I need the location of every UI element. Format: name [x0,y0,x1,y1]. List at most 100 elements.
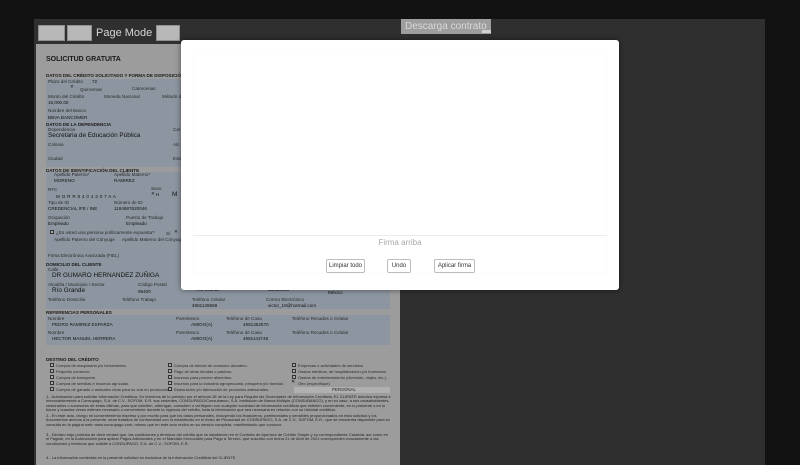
conyuge-mat-label: Apellido Materno del Cónyuge [122,237,184,242]
cal-label: Cal [173,127,180,132]
destino-check-12 [292,369,296,373]
ap-paterno-label: Apellido Paterno* [54,172,90,177]
destino-check-9 [168,381,172,385]
sexo-value: H [156,192,160,197]
banco-label: Nombre del Banco [48,108,87,113]
banco-value: BBVA BANCOMER [48,115,88,120]
numero-id-label: Número de ID [114,200,143,205]
destino-check-1 [50,363,54,367]
ref2-header-tel-casa: Teléfono de Casa [226,330,262,335]
rfc-value: M O R R 8 4 0 4 3 0 7 A A [56,194,117,199]
tipo-id-label: Tipo de ID [48,200,70,205]
ref2-header-tel-recados: Teléfono Recados o Celular [292,330,349,335]
tipo-id-value: CREDENCIAL IFE / INE [48,206,98,211]
destino-item-3: Compra de transporte. [56,375,97,380]
calle-value: DR GUMARO HERNANDEZ ZUÑIGA [52,272,160,279]
download-contract-button[interactable]: Descarga contrato [401,19,491,34]
puesto-label: Puesto de Trabajo [126,215,164,220]
ocupacion-label: Ocupación [48,215,70,220]
m-label: M [172,191,178,198]
destino-check-10 [168,387,172,391]
correo-value: victor_19@hotmail.com [268,303,317,308]
destino-check-4 [50,381,54,385]
destino-item-7: Pago de otras deudas o pasivos. [174,369,233,374]
destino-item-10: Elaboración y/o fabricación de productos… [174,387,270,392]
quincenas-label: Quincenas [80,87,102,92]
destino-item-6: Compra de bienes de consumo duradero. [174,363,248,368]
section-credit: DATOS DEL CRÉDITO SOLICITADO Y FORMA DE … [46,73,185,78]
x-mark: ✕ [70,84,74,89]
numero-id-value: 1194687620046 [114,206,147,211]
legal-paragraph-3: 3.- Declaro bajo protesta de decir verda… [46,433,388,446]
apply-signature-button[interactable]: Aplicar firma [434,259,475,273]
legal-paragraph-1: 1.- Autorización para solicitar Informac… [46,395,391,412]
tel-dom-label: Teléfono Domicilio [48,297,86,302]
cp-label: Código Postal [138,282,167,287]
plazo-label: Plazo del Crédito [48,79,83,84]
destino-check-8 [168,375,172,379]
alc-label: Alc [173,142,180,147]
destino-item-8: Insumos para proveer alimentos. [174,375,233,380]
destino-check-6 [168,363,172,367]
politico-checkbox [50,230,54,234]
metodo-label: Método d [162,94,182,99]
ciudad-label: Ciudad [48,156,63,161]
viewer-toolbar: Page Mode [38,24,182,41]
ref2-nombre: HECTOR MANUEL HERRERA [52,336,116,341]
section-destino: DESTINO DEL CRÉDITO [46,357,99,362]
legal-paragraph-4: 4.- La información contenida en la prese… [46,456,237,460]
ref1-parentesco: AMIGO(A) [191,322,213,327]
ap-materno-value: RAMIREZ [114,178,135,183]
pais-value: México [328,290,343,295]
tel-trab-label: Teléfono Trabajo [122,297,156,302]
colonia-label: Colonia [48,142,64,147]
ref1-tel: 4981352570 [243,322,269,327]
destino-check-3 [50,375,54,379]
ref-header-tel-recados: Teléfono Recados o Celular [292,316,349,321]
ref2-tel: 4981143746 [243,336,269,341]
moneda-label: Moneda Nacional [104,94,140,99]
destino-check-11 [292,363,296,367]
destino-item-1: Compra de maquinaria y/o herramienta. [56,363,127,368]
destino-check-7 [168,369,172,373]
fiel-label: Firma Electrónica Avanzada (FIEL) [48,253,120,258]
signature-modal: Firma arriba Limpiar todo Undo Aplicar f… [181,40,619,290]
conyuge-label: Apellido Paterno del Cónyuge [54,237,115,242]
destino-item-12: Gastos médicos, de hospitalización y/o f… [298,369,388,374]
destino-item-11: Empresas o actividades de servicios. [298,363,364,368]
signature-pad-label: Firma arriba [378,238,422,247]
page-mode-label: Page Mode [96,26,153,39]
ref-header-parentesco: Parentesco [176,316,200,321]
rfc-label: RFC [48,187,58,192]
destino-item-2: Pequeño comercio. [56,369,91,374]
tel-cel-value: 4981145969 [192,303,218,308]
ref2-parentesco: AMIGO(A) [191,336,213,341]
undo-button[interactable]: Undo [387,259,411,273]
ref2-header-nombre: Nombre [48,330,65,335]
monto-label: Monto del Crédito [48,94,85,99]
x-mark-2: ✕ [174,229,178,234]
alcaldia-value: Río Grande [52,287,86,294]
tel-cel-label: Teléfono Celular [192,297,226,302]
toolbar-button-1[interactable] [38,24,65,41]
politico-label: ¿Es usted una persona políticamente expu… [56,230,155,235]
ocupacion-value: Empleado [48,221,69,226]
destino-check-2 [50,369,54,373]
destino-item-9: Insumos para la industria agropecuaria, … [174,381,284,386]
destino-item-13: Gastos de entretenimiento (diversión, vi… [298,375,387,380]
destino-check-14-mark: ✕ [291,379,296,385]
sexo-check: ✕ [151,191,155,196]
legal-paragraph-2: 2.- En este acto, otorgo mi consentimien… [46,414,390,427]
ref2-header-parentesco: Parentesco [176,330,200,335]
monto-value: 16,000.00 [48,100,69,105]
ref1-nombre: PEDRO RAMIREZ ESPARZA [52,322,113,327]
clear-all-button[interactable]: Limpiar todo [326,259,365,273]
personal-label: PERSONAL [332,387,356,392]
minimize-icon[interactable] [482,30,491,33]
ref-header-nombre: Nombre [48,316,65,321]
destino-item-5: Compra de ganado o animales vivos para s… [56,387,171,392]
destino-item-14: Otro (especifique) [298,381,330,386]
signature-baseline [193,235,607,236]
toolbar-button-2[interactable] [67,24,92,41]
toolbar-button-3[interactable] [156,24,181,41]
